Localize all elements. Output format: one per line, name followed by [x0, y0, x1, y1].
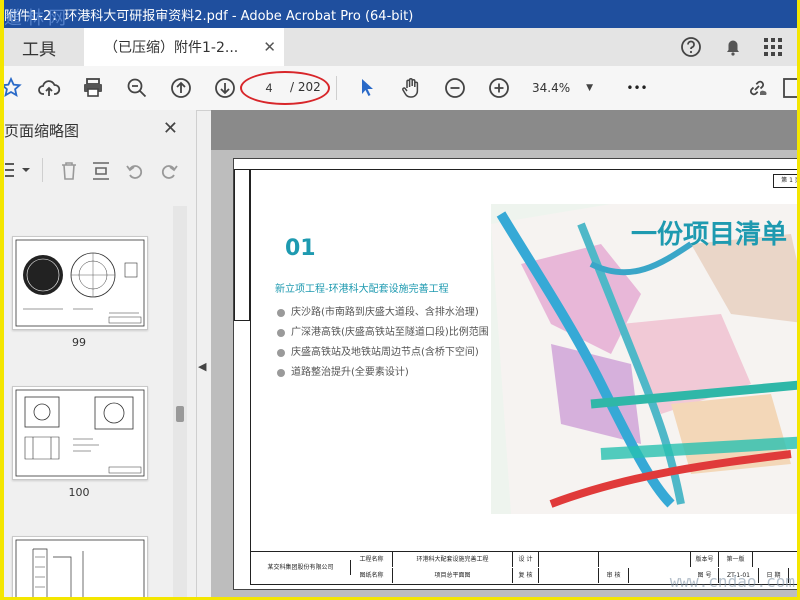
select-cursor-icon[interactable] [354, 75, 380, 101]
apps-grid-icon[interactable] [760, 34, 786, 60]
acrobat-window: 附件1-2：环港科大可研报审资料2.pdf - Adobe Acrobat Pr… [4, 0, 797, 597]
page-thumbnails-panel: 页面缩略图 ✕ 99 100 [4, 110, 197, 597]
project-list: 庆沙路(市南路到庆盛大道段、含排水治理) 广深港高铁(庆盛高铁站至隧道口段)比例… [277, 306, 497, 386]
tab-tools[interactable]: 工具 [4, 28, 74, 66]
section-headline: 一份项目清单 [631, 220, 788, 250]
thumbnail-label-99: 99 [72, 336, 86, 349]
thumbnail-drawing [15, 539, 145, 597]
title-bar: 附件1-2：环港科大可研报审资料2.pdf - Adobe Acrobat Pr… [4, 0, 797, 28]
company-name: 某交科集团股份有限公司 [251, 560, 351, 575]
thumbnail-label-100: 100 [68, 486, 90, 499]
list-item: 广深港高铁(庆盛高铁站至隧道口段)比例范围 [277, 326, 497, 340]
thumbnail-list: 99 100 [4, 202, 184, 597]
version-label: 版本号 [691, 552, 719, 567]
drawing-name: 项目总平面图 [393, 568, 513, 583]
bell-icon[interactable] [720, 34, 746, 60]
rotate-left-icon[interactable] [124, 160, 146, 185]
toolbar-separator [336, 76, 337, 100]
project-name: 环港科大配套设施完善工程 [393, 552, 513, 567]
trash-icon[interactable] [58, 160, 80, 185]
previous-page-strip [211, 110, 797, 150]
panel-toolbar [4, 150, 184, 190]
pdf-page: 第 1 页 [233, 158, 797, 590]
list-item: 庆盛高铁站及地铁站周边节点(含桥下空间) [277, 346, 497, 360]
thumbnail-options-icon[interactable] [4, 160, 32, 183]
chevron-down-icon: ▼ [586, 83, 594, 93]
page-down-icon[interactable] [212, 75, 238, 101]
section-subtitle: 新立项工程-环港科大配套设施完善工程 [275, 284, 449, 295]
site-watermark-corner: www.cndao.com [669, 572, 795, 591]
thumbnail-drawing [15, 389, 145, 477]
list-item: 庆沙路(市南路到庆盛大道段、含排水治理) [277, 306, 497, 320]
print-icon[interactable] [80, 75, 106, 101]
help-icon[interactable] [678, 34, 704, 60]
zoom-in-icon[interactable] [486, 75, 512, 101]
site-watermark: 道林网 [4, 8, 70, 29]
thumbnail-drawing [15, 239, 145, 327]
tab-document-label: （已压缩）附件1-2... [104, 40, 239, 56]
section-number: 01 [285, 236, 316, 261]
design-label: 设 计 [513, 552, 539, 567]
insert-page-icon[interactable] [90, 160, 112, 185]
sheet-number: 第 1 页 [773, 174, 797, 188]
review-label: 复 核 [513, 568, 539, 583]
scrollbar-thumb[interactable] [176, 406, 184, 422]
zoom-value: 34.4% [532, 81, 571, 95]
bullet-dot [277, 309, 285, 317]
thumbnail-page-101[interactable] [12, 536, 148, 597]
bullet-dot [277, 369, 285, 377]
bullet-dot [277, 329, 285, 337]
signature-area [539, 568, 599, 583]
cloud-upload-icon[interactable] [36, 75, 62, 101]
page-highlight-annotation [240, 71, 330, 105]
collapse-panel-icon[interactable]: ◀ [198, 360, 206, 373]
thumbnail-page-99[interactable] [12, 236, 148, 330]
thumbnail-scrollbar[interactable] [173, 206, 187, 597]
tab-close-icon[interactable]: ✕ [263, 38, 276, 56]
project-label: 工程名称 [351, 552, 393, 567]
export-pdf-icon[interactable] [778, 75, 797, 101]
share-link-icon[interactable] [744, 75, 770, 101]
document-viewer[interactable]: 第 1 页 [211, 110, 797, 597]
signature-area [539, 552, 599, 567]
panel-separator [42, 158, 43, 182]
panel-close-icon[interactable]: ✕ [163, 118, 178, 139]
approve-label: 审 核 [599, 568, 629, 583]
main-toolbar: ••• [4, 66, 797, 111]
bookmark-star-icon[interactable] [4, 75, 24, 101]
thumbnail-page-100[interactable] [12, 386, 148, 480]
more-tools-icon[interactable]: ••• [624, 75, 650, 101]
signature-area [629, 552, 691, 567]
zoom-out-icon[interactable] [442, 75, 468, 101]
panel-title: 页面缩略图 [4, 122, 80, 140]
drawing-frame: 第 1 页 [250, 169, 797, 585]
tab-bar: 工具 （已压缩）附件1-2... ✕ [4, 28, 797, 67]
zoom-dropdown[interactable]: 34.4% ▼ [532, 76, 612, 100]
list-item: 道路整治提升(全要素设计) [277, 366, 497, 380]
tab-document[interactable]: （已压缩）附件1-2... ✕ [84, 28, 284, 66]
binding-strip [234, 169, 250, 321]
rotate-right-icon[interactable] [158, 160, 180, 185]
hand-tool-icon[interactable] [398, 75, 424, 101]
drawing-label: 图纸名称 [351, 568, 393, 583]
zoom-search-icon[interactable] [124, 75, 150, 101]
page-up-icon[interactable] [168, 75, 194, 101]
version-value: 第一版 [719, 552, 753, 567]
bullet-dot [277, 349, 285, 357]
